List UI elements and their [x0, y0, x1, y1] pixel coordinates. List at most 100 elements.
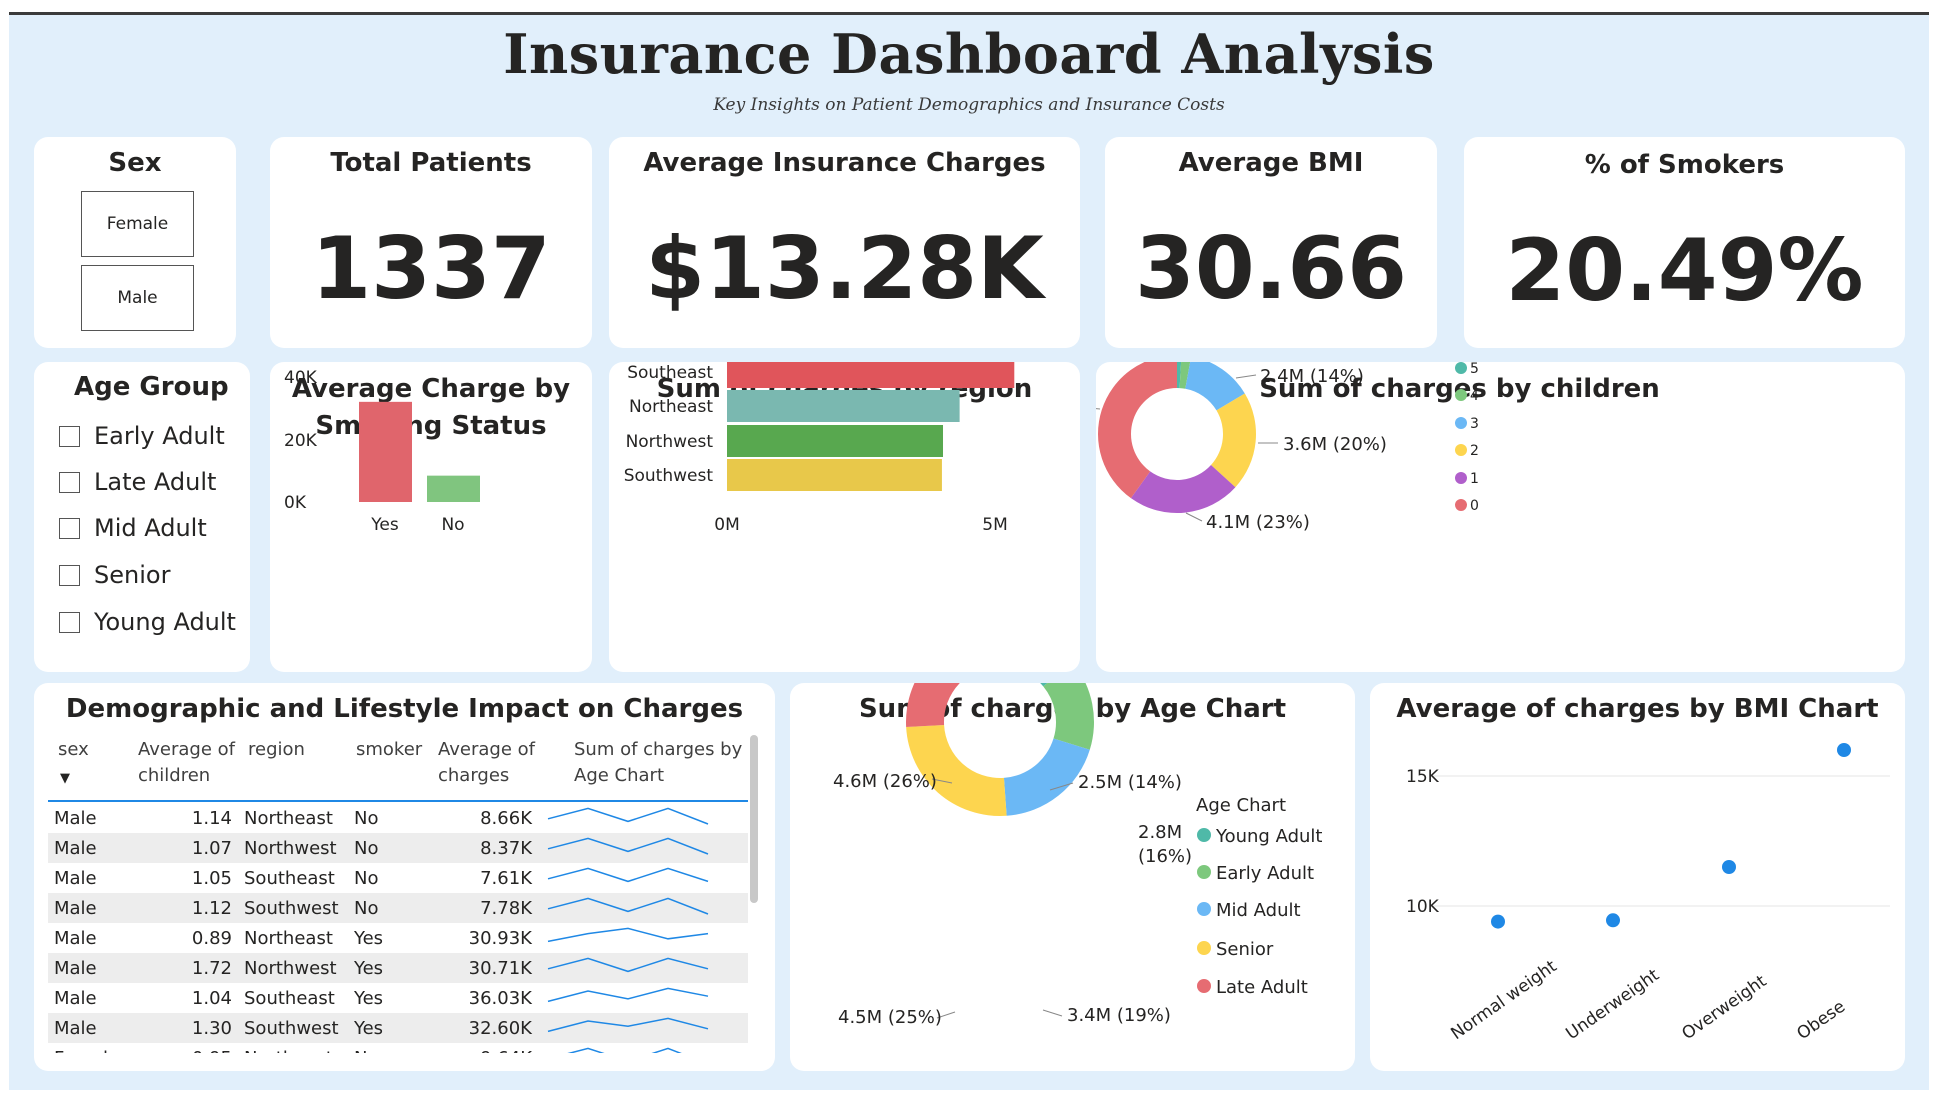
table-row[interactable]: Male 1.07 Northwest No 8.37K [48, 833, 748, 863]
legend-dot-children-4 [1455, 389, 1467, 401]
x-tick-label: Normal weight [1447, 956, 1561, 1044]
col-children-1[interactable]: Average of [138, 739, 235, 760]
table-row[interactable]: Female0.95NortheastNo9.64K [48, 1043, 748, 1053]
table-row[interactable]: Male 1.12 Southwest No 7.78K [48, 893, 748, 923]
col-spark-1[interactable]: Sum of charges by [574, 739, 742, 760]
kpi-total-patients-label: Total Patients [330, 148, 532, 178]
data-label: 4.6M (26%) [833, 771, 937, 792]
table-row[interactable]: Male 1.72 Northwest Yes 30.71K [48, 953, 748, 983]
slice-age-late-adult[interactable] [906, 683, 1000, 727]
sparkline [547, 867, 709, 882]
age-option-young-adult[interactable]: Young Adult [59, 608, 236, 636]
leader-line [1096, 408, 1101, 410]
age-option-late-adult[interactable]: Late Adult [59, 468, 216, 496]
bar-northeast[interactable] [727, 390, 960, 422]
cell-sparkline [538, 863, 748, 893]
bar-no[interactable] [427, 475, 480, 502]
bmi-chart[interactable]: 15K 10K Normal weight Underweight Overweight… [1370, 683, 1905, 1071]
age-option-early-adult[interactable]: Early Adult [59, 422, 225, 450]
slice-age-early-adult[interactable] [1043, 683, 1094, 750]
legend-title: Age Chart [1196, 795, 1286, 816]
x-tick-label: Obese [1793, 997, 1849, 1044]
y-tick-label: 15K [1406, 767, 1440, 787]
col-sex[interactable]: sex [58, 739, 89, 760]
children-chart[interactable]: 0.2M (1%)2.4M (14%)3.6M (20%)4.1M (23%)7… [1096, 362, 1905, 672]
cell-region: Northeast [244, 807, 333, 829]
bar-southeast[interactable] [727, 362, 1015, 388]
sparkline-line [547, 807, 709, 825]
table-scrollbar[interactable] [750, 735, 758, 903]
table-row[interactable]: Male 1.14 Northeast No 8.66K [48, 803, 748, 833]
col-charges-1[interactable]: Average of [438, 739, 535, 760]
demographic-table: Male 1.14 Northeast No 8.66K Male 1.07 Northwes… [48, 803, 748, 1053]
age-option-senior[interactable]: Senior [59, 561, 170, 589]
data-label: 4.1M (23%) [1206, 512, 1310, 533]
age-option-label: Late Adult [94, 468, 217, 496]
checkbox[interactable] [59, 471, 80, 493]
y-tick-label: 10K [1406, 897, 1440, 917]
sort-down-icon[interactable]: ▼ [60, 771, 70, 786]
legend-dot-children-1 [1455, 472, 1467, 484]
sparkline-line [547, 987, 709, 1002]
checkbox[interactable] [59, 517, 80, 539]
legend-dot-age [1197, 865, 1211, 879]
x-tick-label: 0M [714, 515, 739, 535]
region-chart[interactable]: Southeast Northeast Northwest Southwest 0M 5M [609, 362, 1080, 672]
y-tick-label: Southwest [624, 466, 714, 486]
point-normal-weight[interactable] [1491, 914, 1505, 929]
cell-smoker: Yes [348, 953, 428, 983]
legend-dot-children-0 [1455, 499, 1467, 511]
table-title: Demographic and Lifestyle Impact on Char… [65, 694, 744, 724]
checkbox[interactable] [59, 611, 80, 633]
cell-smoker: Yes [348, 1013, 428, 1043]
bar-northwest[interactable] [727, 425, 944, 457]
cell-smoker: No [348, 833, 428, 863]
sex-option-male[interactable]: Male [81, 265, 194, 331]
age-group-slicer-title: Age Group [74, 372, 229, 402]
cell-region: Southwest [238, 893, 348, 923]
legend-label: 0 [1470, 498, 1479, 514]
legend-dot-children-2 [1455, 444, 1467, 456]
table-row[interactable]: Male 1.05 Southeast No 7.61K [48, 863, 748, 893]
cell-children: 1.30 [128, 1013, 238, 1043]
bar-southwest[interactable] [727, 459, 942, 491]
kpi-smokers: % of Smokers 20.49% [1464, 137, 1905, 348]
table-row[interactable]: Male 1.30 Southwest Yes 32.60K [48, 1013, 748, 1043]
y-tick-label: 40K [284, 368, 318, 388]
col-charges-2: charges [438, 765, 510, 786]
table-row[interactable]: Male 1.04 Southeast Yes 36.03K [48, 983, 748, 1013]
col-smoker[interactable]: smoker [356, 739, 422, 760]
cell-region: Northwest [238, 833, 348, 863]
kpi-total-patients: Total Patients 1337 [270, 137, 592, 348]
cell-sparkline [538, 1013, 748, 1043]
legend-label: 4 [1470, 388, 1479, 404]
sparkline-line [547, 897, 709, 915]
cell-sex: Male [48, 833, 128, 863]
cell-sparkline [538, 923, 748, 953]
checkbox[interactable] [59, 425, 80, 447]
age-chart[interactable]: 2.5M (14%) 4.6M (26%) 4.5M (25%) 3.4M (19%)… [790, 683, 1355, 1071]
sparkline [547, 1017, 709, 1032]
point-overweight[interactable] [1722, 860, 1736, 874]
checkbox[interactable] [59, 564, 80, 586]
legend-label: Mid Adult [1216, 900, 1301, 921]
sex-option-female[interactable]: Female [81, 191, 194, 257]
slice-children-0[interactable] [1098, 362, 1177, 499]
cell-smoker: No [348, 893, 428, 923]
slice-age-mid-adult[interactable] [1003, 738, 1090, 816]
cell-children: 1.05 [191, 867, 232, 889]
cell-charges: 7.61K [480, 867, 532, 889]
bar-yes[interactable] [359, 401, 412, 502]
data-label: 3.4M (19%) [1067, 1005, 1171, 1026]
col-region[interactable]: region [248, 739, 305, 760]
cell-children: 1.07 [128, 833, 238, 863]
cell-region: Northeast [238, 1043, 348, 1054]
y-tick-label: Northwest [626, 432, 714, 452]
age-option-mid-adult[interactable]: Mid Adult [59, 514, 207, 542]
cell-sex: Female [48, 1043, 128, 1054]
point-underweight[interactable] [1606, 913, 1620, 928]
table-row[interactable]: Male 0.89 Northeast Yes 30.93K [48, 923, 748, 953]
smoking-chart[interactable]: 40K 20K 0K Yes No [270, 362, 592, 672]
sparkline-line [547, 867, 709, 882]
point-obese[interactable] [1837, 743, 1851, 757]
